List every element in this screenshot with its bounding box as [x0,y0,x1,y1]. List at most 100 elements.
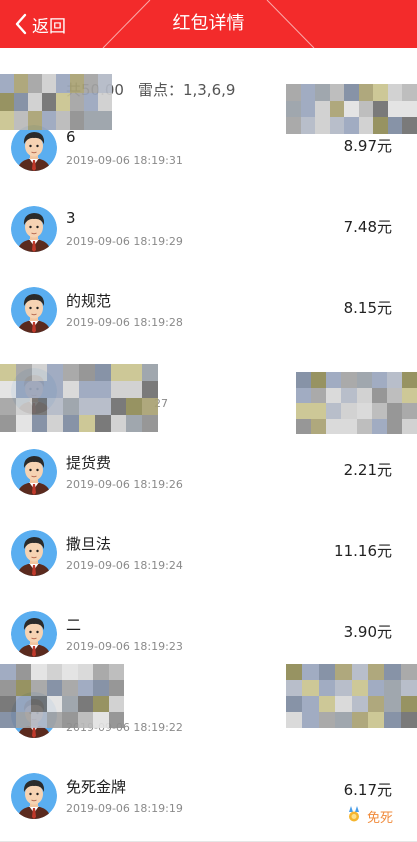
mosaic-tile [31,696,47,712]
mosaic-tile [286,84,301,101]
mosaic-tile [142,381,158,398]
mosaic-tile [371,418,387,434]
mosaic-tile [28,111,42,130]
mosaic-tile [326,387,342,403]
top-bar: 返回 红包详情 [0,0,417,48]
mosaic-tile [400,680,417,696]
mosaic-tile [108,664,124,680]
mosaic-tile [84,92,98,112]
mosaic-tile [63,398,79,415]
mosaic-tile [400,696,417,712]
mosaic-tile [329,100,345,118]
mosaic-tile [356,418,372,434]
avatar [11,449,57,495]
mosaic-tile [384,664,401,680]
mosaic-tile [358,100,374,118]
mosaic-tile [341,372,357,388]
mosaic-tile [300,100,316,118]
mosaic-tile [15,712,31,728]
immunity-badge: 免死 [347,806,393,826]
mosaic-tile [15,364,32,381]
list-item[interactable]: 3 2019-09-06 18:19:29 7.48元 [0,193,417,275]
timestamp: 2019-09-06 18:19:26 [66,478,183,491]
mosaic-tile [126,364,143,381]
mosaic-tile [296,418,312,434]
mosaic-tile [47,364,64,381]
mosaic-tile [386,387,402,403]
mosaic-tile [358,84,374,101]
mosaic-tile [373,117,388,134]
timestamp: 2019-09-06 18:19:31 [66,154,183,167]
mosaic-tile [77,680,93,696]
mosaic-tile [335,696,352,712]
mosaic-tile [62,712,78,728]
cartoon-man-avatar-icon [11,125,57,171]
avatar [11,206,57,252]
mosaic-tile [358,117,374,134]
mosaic-tile [315,117,330,134]
mosaic-tile [77,696,93,712]
amount: 6.17元 [343,781,392,799]
mosaic-tile [373,84,388,101]
mosaic-tile [79,364,95,381]
mosaic-tile [386,403,402,419]
list-item[interactable]: 撒旦法 2019-09-06 18:19:24 11.16元 [0,517,417,599]
mosaic-tile [315,100,330,118]
mosaic-tile [47,415,64,432]
mosaic-tile [329,84,345,101]
mosaic-tile [371,387,387,403]
amount: 7.48元 [343,218,392,236]
mosaic-tile [93,664,109,680]
mosaic-tile [0,712,16,728]
page-title: 红包详情 [172,13,245,34]
mosaic-tile [351,696,368,712]
mosaic-tile [0,111,14,130]
mosaic-tile [15,696,31,712]
avatar [11,287,57,333]
mosaic-tile [31,381,48,398]
list-item[interactable]: 免死金牌 2019-09-06 18:19:19 6.17元 免死 [0,760,417,842]
redaction-mosaic [286,664,417,728]
mosaic-tile [93,696,109,712]
mosaic-tile [56,74,70,93]
mosaic-tile [0,74,14,93]
mosaic-tile [77,664,93,680]
mosaic-tile [0,696,16,712]
mosaic-tile [142,415,158,432]
amount: 8.15元 [343,299,392,317]
mosaic-tile [84,74,98,93]
mosaic-tile [110,415,127,432]
mosaic-tile [296,403,312,419]
mosaic-tile [356,372,372,388]
mosaic-tile [108,696,124,712]
mosaic-tile [94,364,111,381]
mine-points: 雷点：1,3,6,9 [137,81,236,99]
list-item[interactable]: 提货费 2019-09-06 18:19:26 2.21元 [0,436,417,518]
mosaic-tile [98,92,112,112]
mosaic-tile [401,372,417,388]
mosaic-tile [46,696,62,712]
mosaic-tile [63,381,79,398]
timestamp: 2019-09-06 18:19:24 [66,559,183,572]
mosaic-tile [79,381,95,398]
mosaic-tile [344,100,359,118]
mosaic-tile [311,403,327,419]
mosaic-tile [110,364,127,381]
mosaic-tile [335,664,352,680]
mosaic-tile [70,111,84,130]
mosaic-tile [296,372,312,388]
mosaic-tile [0,398,16,415]
user-name: 3 [66,209,76,227]
mosaic-tile [15,680,31,696]
mosaic-tile [15,381,32,398]
list-item[interactable]: 的规范 2019-09-06 18:19:28 8.15元 [0,274,417,356]
mosaic-tile [28,74,42,93]
mosaic-tile [98,74,112,93]
mosaic-tile [302,712,319,728]
mosaic-tile [286,696,303,712]
mosaic-tile [326,372,342,388]
mosaic-tile [93,712,109,728]
mosaic-tile [300,117,316,134]
mosaic-tile [341,387,357,403]
mosaic-tile [344,84,359,101]
